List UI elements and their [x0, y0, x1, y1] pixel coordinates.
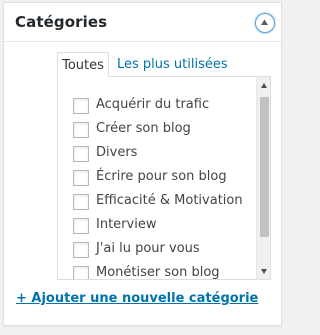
scrollbar-thumb[interactable] [260, 97, 269, 237]
add-new-category-link[interactable]: + Ajouter une nouvelle catégorie [16, 291, 258, 306]
category-checkbox[interactable] [73, 98, 89, 114]
category-checklist[interactable]: Acquérir du trafic Créer son blog Divers… [57, 76, 271, 280]
category-label[interactable]: Créer son blog [96, 121, 191, 136]
category-item-5[interactable]: Interview [70, 216, 250, 236]
panel-header: Catégories [4, 3, 281, 42]
category-checkbox[interactable] [73, 194, 89, 210]
category-item-1[interactable]: Créer son blog [70, 120, 250, 140]
category-label[interactable]: Divers [96, 145, 137, 160]
category-item-4[interactable]: Efficacité & Motivation [70, 192, 250, 212]
category-item-6[interactable]: J'ai lu pour vous [70, 240, 250, 260]
category-label[interactable]: J'ai lu pour vous [96, 241, 200, 256]
category-label[interactable]: Efficacité & Motivation [96, 193, 243, 208]
category-item-3[interactable]: Écrire pour son blog [70, 168, 250, 188]
category-checkbox[interactable] [73, 170, 89, 186]
panel-title: Catégories [15, 13, 108, 31]
tab-most-used[interactable]: Les plus utilisées [117, 52, 228, 77]
categories-panel: Catégories Toutes Les plus utilisées Acq… [3, 2, 282, 326]
category-label[interactable]: Acquérir du trafic [96, 97, 209, 112]
category-checkbox[interactable] [73, 242, 89, 258]
category-label[interactable]: Interview [96, 217, 156, 232]
arrow-up-icon [261, 19, 268, 25]
category-tabs: Toutes Les plus utilisées [4, 52, 281, 77]
scroll-up-arrow-icon[interactable] [257, 79, 271, 93]
category-item-0[interactable]: Acquérir du trafic [70, 96, 250, 116]
tab-all[interactable]: Toutes [57, 52, 109, 77]
toggle-panel-button[interactable] [255, 13, 275, 33]
category-label[interactable]: Monétiser son blog [96, 265, 220, 279]
category-checkbox[interactable] [73, 218, 89, 234]
category-item-2[interactable]: Divers [70, 144, 250, 164]
category-checkbox[interactable] [73, 266, 89, 279]
category-checkbox[interactable] [73, 122, 89, 138]
scroll-down-arrow-icon[interactable] [257, 264, 271, 278]
category-item-7[interactable]: Monétiser son blog [70, 264, 250, 279]
category-checkbox[interactable] [73, 146, 89, 162]
category-label[interactable]: Écrire pour son blog [96, 169, 227, 184]
list-scrollbar[interactable] [256, 77, 271, 279]
